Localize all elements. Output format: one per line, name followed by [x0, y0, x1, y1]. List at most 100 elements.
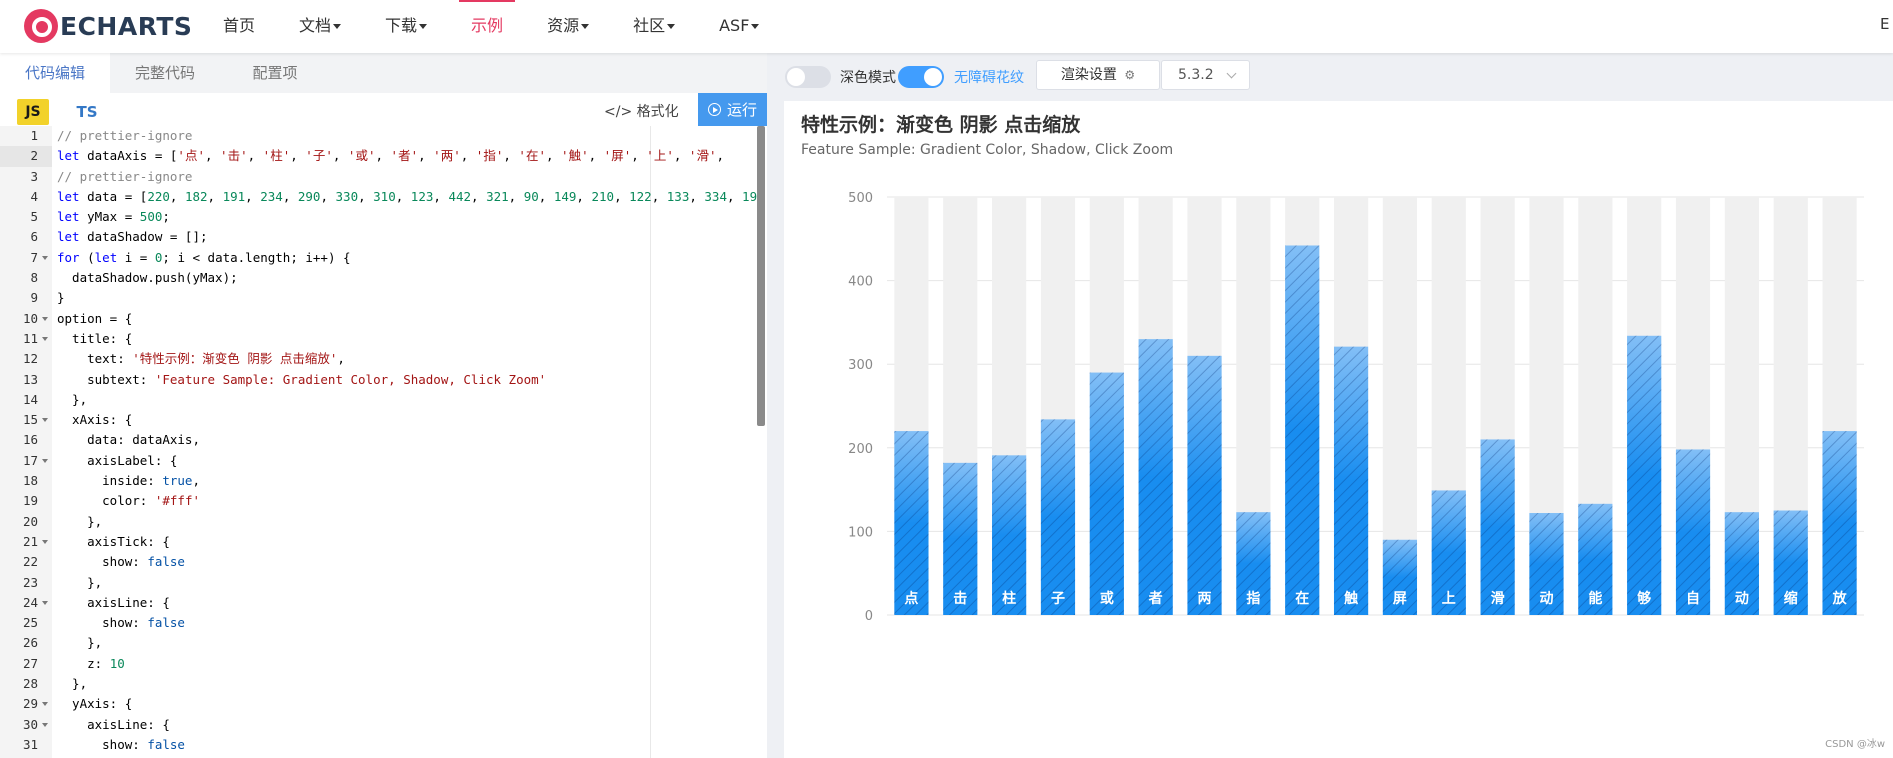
code-line[interactable]: 8 dataShadow.push(yMax); [0, 268, 760, 288]
code-line[interactable]: 1 // prettier-ignore [0, 126, 760, 146]
code-line[interactable]: 22 show: false [0, 552, 760, 572]
fold-arrow-icon[interactable] [42, 600, 48, 605]
nav-item-1[interactable]: 文档 [299, 0, 342, 53]
lang-js-button[interactable]: JS [17, 99, 49, 125]
bar-pattern [1138, 339, 1173, 615]
bar-pattern [1822, 431, 1857, 615]
line-number: 19 [22, 493, 38, 509]
fold-arrow-icon[interactable] [42, 539, 48, 544]
code-line[interactable]: 20 }, [0, 512, 760, 532]
code-line[interactable]: 3 // prettier-ignore [0, 167, 760, 187]
code-editor[interactable]: 1 // prettier-ignore 2 let dataAxis = ['点',… [0, 126, 767, 758]
run-button[interactable]: 运行 [698, 93, 767, 127]
line-number-cell: 12 [0, 349, 52, 369]
code-text: yAxis: { [57, 696, 133, 712]
x-tick-label: 自 [1686, 590, 1700, 607]
bar-pattern [1627, 335, 1662, 615]
code-line[interactable]: 21 axisTick: { [0, 532, 760, 552]
code-line[interactable]: 17 axisLabel: { [0, 451, 760, 471]
line-number: 26 [22, 635, 38, 651]
code-text: xAxis: { [57, 412, 133, 428]
code-line[interactable]: 23 }, [0, 573, 760, 593]
code-line[interactable]: 25 show: false [0, 613, 760, 633]
code-line[interactable]: 9} [0, 288, 760, 308]
code-line[interactable]: 29 yAxis: { [0, 694, 760, 714]
code-line[interactable]: 2 let dataAxis = ['点', '击', '柱', '子', '或'… [0, 146, 760, 167]
a11y-pattern-label: 无障碍花纹 [954, 70, 1024, 86]
fold-arrow-icon[interactable] [42, 316, 48, 321]
play-icon [707, 103, 721, 116]
code-line[interactable]: 14 }, [0, 390, 760, 410]
x-tick-label: 指 [1246, 590, 1260, 607]
nav-item-4[interactable]: 资源 [547, 0, 590, 53]
dark-mode-toggle[interactable] [785, 66, 831, 88]
code-line[interactable]: 18 inside: true, [0, 471, 760, 491]
preview-panel: 深色模式 无障碍花纹 渲染设置 ⚙ 5.3.2 0 100 200 300 40… [767, 53, 1893, 758]
line-number: 28 [22, 676, 38, 692]
code-line[interactable]: 24 axisLine: { [0, 593, 760, 613]
x-tick-label: 击 [953, 590, 967, 607]
editor-tab-2[interactable]: 配置项 [220, 53, 330, 93]
code-line[interactable]: 16 data: dataAxis, [0, 430, 760, 450]
fold-arrow-icon[interactable] [42, 418, 48, 423]
language-switch[interactable]: E [1880, 15, 1889, 33]
code-line[interactable]: 31 show: false [0, 735, 760, 755]
code-line[interactable]: 6 let dataShadow = []; [0, 227, 760, 247]
nav-item-5[interactable]: 社区 [633, 0, 676, 53]
format-button[interactable]: </> 格式化 [604, 101, 679, 121]
code-text: axisTick: { [57, 533, 170, 549]
code-line[interactable]: 10 option = { [0, 309, 760, 329]
editor-tab-1[interactable]: 完整代码 [110, 53, 220, 93]
editor-panel: 代码编辑 完整代码 配置项 JS TS </> 格式化 运行 1 // prettie… [0, 53, 767, 758]
code-line[interactable]: 26 }, [0, 633, 760, 653]
fold-arrow-icon[interactable] [42, 702, 48, 707]
nav-item-label: ASF [719, 16, 750, 35]
code-line[interactable]: 11 title: { [0, 329, 760, 349]
code-line[interactable]: 27 z: 10 [0, 654, 760, 674]
code-line[interactable]: 12 text: '特性示例：渐变色 阴影 点击缩放', [0, 349, 760, 369]
x-tick-label: 两 [1198, 591, 1212, 607]
fold-arrow-icon[interactable] [42, 458, 48, 463]
line-number-cell: 21 [0, 532, 52, 552]
code-line[interactable]: 15 xAxis: { [0, 410, 760, 430]
code-line[interactable]: 30 axisLine: { [0, 715, 760, 735]
code-line[interactable]: 5 let yMax = 500; [0, 207, 760, 227]
version-select[interactable]: 5.3.2 [1161, 60, 1250, 90]
code-text: subtext: 'Feature Sample: Gradient Color… [57, 371, 547, 387]
code-line[interactable]: 4 let data = [220, 182, 191, 234, 290, 33… [0, 187, 767, 207]
line-number-cell: 11 [0, 329, 52, 349]
fold-arrow-icon[interactable] [42, 336, 48, 341]
y-tick-label: 500 [848, 191, 873, 206]
x-tick-label: 滑 [1491, 590, 1505, 607]
code-line[interactable]: 19 color: '#fff' [0, 491, 760, 511]
nav-item-6[interactable]: ASF [719, 0, 760, 53]
x-tick-label: 柱 [1002, 590, 1016, 607]
line-number: 27 [22, 655, 38, 671]
editor-scrollbar[interactable] [757, 126, 765, 426]
code-text: }, [57, 574, 103, 590]
bar-chart: 0 100 200 300 400 500 点 击 柱 子 或 者 两 指 在 触 屏 上 滑 动 能 够 自 动 缩 放 特性… [801, 113, 1864, 624]
line-number-cell: 18 [0, 471, 52, 491]
code-line[interactable]: 13 subtext: 'Feature Sample: Gradient Co… [0, 370, 760, 390]
nav-item-3[interactable]: 示例 [459, 0, 516, 53]
a11y-pattern-toggle[interactable] [898, 66, 944, 88]
x-tick-label: 够 [1636, 590, 1651, 607]
code-line[interactable]: 7 for (let i = 0; i < data.length; i++) { [0, 248, 760, 268]
line-number-cell: 8 [0, 268, 52, 288]
y-tick-label: 0 [865, 609, 873, 624]
nav-item-0[interactable]: 首页 [223, 0, 255, 53]
nav-item-2[interactable]: 下载 [385, 0, 428, 53]
line-number-cell: 5 [0, 207, 52, 227]
x-tick-label: 缩 [1784, 590, 1798, 607]
x-tick-label: 在 [1295, 590, 1309, 607]
lang-ts-button[interactable]: TS [70, 99, 104, 125]
code-line[interactable]: 28 }, [0, 674, 760, 694]
editor-tab-0[interactable]: 代码编辑 [0, 53, 110, 93]
echarts-logo[interactable]: ECHARTS [24, 8, 192, 44]
fold-arrow-icon[interactable] [42, 255, 48, 260]
render-settings-button[interactable]: 渲染设置 ⚙ [1036, 60, 1160, 90]
caret-down-icon [333, 24, 342, 29]
code-text: axisLine: { [57, 716, 170, 732]
fold-arrow-icon[interactable] [42, 722, 48, 727]
top-navbar: ECHARTS 首页 文档 下载 示例 资源 社区 ASF E [0, 0, 1893, 53]
